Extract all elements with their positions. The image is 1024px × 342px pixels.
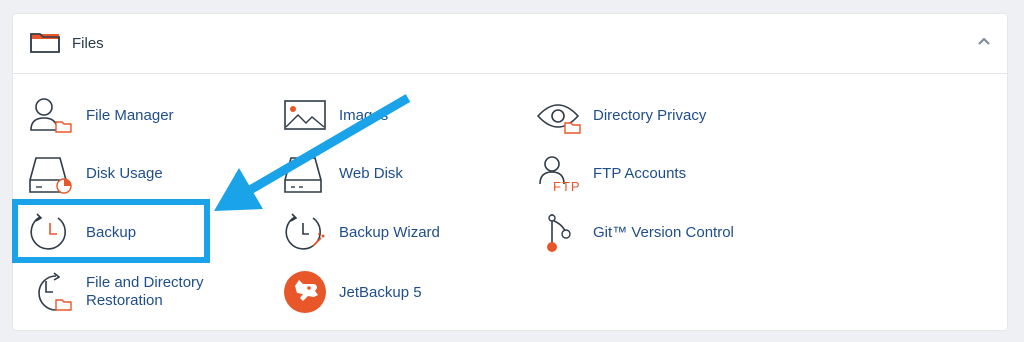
blue-arrow-pointer [214,94,411,211]
